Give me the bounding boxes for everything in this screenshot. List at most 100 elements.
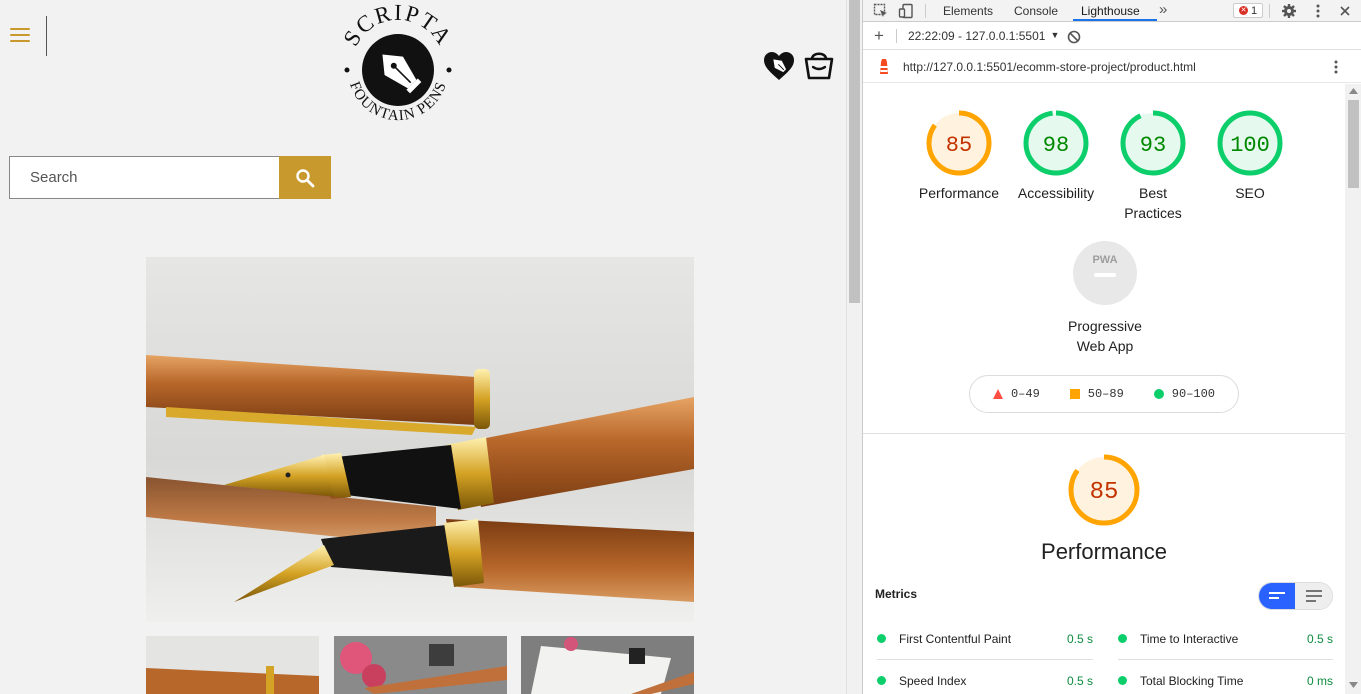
inspect-element-icon[interactable]	[873, 3, 889, 19]
product-main-image[interactable]	[146, 257, 694, 622]
product-thumbnail-1[interactable]	[146, 636, 319, 694]
compact-view-button[interactable]	[1259, 583, 1296, 609]
gauge-ring: 85	[1068, 454, 1140, 526]
report-scrollbar-thumb[interactable]	[1348, 100, 1359, 188]
metric-row: Total Blocking Time 0 ms	[1118, 660, 1333, 694]
page-scrollbar-thumb[interactable]	[849, 0, 860, 303]
scroll-down-icon[interactable]	[1349, 682, 1358, 688]
metric-value: 0.5 s	[1306, 631, 1333, 646]
favorites-heart-icon[interactable]	[762, 50, 796, 82]
gauge-accessibility[interactable]: 98 Accessibility	[1001, 109, 1111, 203]
legend-pass: 90–100	[1153, 387, 1215, 401]
scroll-up-icon[interactable]	[1349, 88, 1358, 94]
pwa-label: Progressive Web App	[1068, 318, 1142, 354]
devtools-panel: Elements Console Lighthouse » ✕ 1 + 22:2…	[862, 0, 1361, 694]
more-options-icon[interactable]	[1310, 3, 1326, 19]
shopping-basket-icon[interactable]	[802, 48, 836, 82]
gauge-ring: 98	[1023, 110, 1089, 176]
svg-text:PWA: PWA	[1092, 254, 1117, 266]
report-scrollbar[interactable]	[1345, 84, 1361, 694]
page-scrollbar[interactable]	[846, 0, 862, 694]
svg-text:85: 85	[946, 133, 972, 158]
pass-circle-icon	[1118, 634, 1127, 643]
metric-row: Time to Interactive 0.5 s	[1118, 618, 1333, 660]
tab-elements[interactable]: Elements	[943, 4, 993, 18]
clear-reports-icon[interactable]	[1067, 30, 1081, 44]
metrics-view-toggle[interactable]	[1258, 582, 1333, 610]
search-icon	[296, 168, 315, 187]
circle-icon	[1153, 389, 1164, 399]
gauge-label: Accessibility	[1017, 185, 1095, 201]
svg-text:93: 93	[1140, 133, 1166, 158]
error-icon: ✕	[1239, 6, 1248, 15]
pass-circle-icon	[1118, 676, 1127, 685]
metric-row: Speed Index 0.5 s	[877, 660, 1093, 694]
lighthouse-icon	[880, 59, 888, 74]
triangle-icon	[992, 389, 1003, 399]
more-tabs-icon[interactable]: »	[1159, 1, 1167, 18]
legend-average: 50–89	[1069, 387, 1124, 401]
pass-circle-icon	[877, 676, 886, 685]
svg-text:98: 98	[1043, 133, 1069, 158]
lighthouse-report: 85 Performance 98 Accessibility 93 Best	[863, 84, 1345, 694]
error-count-badge[interactable]: ✕ 1	[1233, 3, 1264, 18]
performance-section-gauge: 85	[1049, 453, 1159, 527]
devtools-tabbar: Elements Console Lighthouse » ✕ 1	[863, 0, 1361, 22]
metric-name: Speed Index	[899, 673, 967, 688]
expanded-view-button[interactable]	[1295, 583, 1332, 609]
section-divider	[863, 433, 1345, 434]
header-divider	[46, 16, 47, 56]
report-url[interactable]: http://127.0.0.1:5501/ecomm-store-projec…	[903, 60, 1196, 74]
active-tab-indicator	[1073, 19, 1157, 21]
gauge-performance[interactable]: 85 Performance	[904, 109, 1014, 203]
gauge-label: Performance	[918, 185, 1000, 201]
tab-console[interactable]: Console	[1014, 4, 1058, 18]
gauge-seo[interactable]: 100 SEO	[1195, 109, 1305, 203]
metric-value: 0 ms	[1306, 673, 1333, 688]
report-select[interactable]: 22:22:09 - 127.0.0.1:5501 ▼	[908, 29, 1059, 43]
square-icon	[1069, 389, 1080, 399]
search-bar	[9, 156, 331, 199]
chevron-down-icon: ▼	[1050, 30, 1060, 40]
search-button[interactable]	[279, 156, 331, 199]
device-toolbar-icon[interactable]	[898, 3, 914, 19]
gauge-label: SEO	[1235, 185, 1265, 201]
new-report-icon[interactable]: +	[874, 26, 884, 46]
settings-gear-icon[interactable]	[1281, 3, 1297, 19]
pwa-badge-icon: PWA	[1073, 241, 1137, 305]
gauge-ring: 85	[926, 110, 992, 176]
gauge-best-practices[interactable]: 93 Best Practices	[1098, 109, 1208, 223]
gauge-ring: 100	[1217, 110, 1283, 176]
search-input[interactable]	[9, 156, 279, 199]
svg-text:85: 85	[1090, 479, 1119, 506]
svg-text:100: 100	[1230, 133, 1270, 158]
error-count: 1	[1251, 4, 1258, 17]
report-url-bar: http://127.0.0.1:5501/ecomm-store-projec…	[863, 50, 1361, 83]
scripta-logo[interactable]: SCRIPTA FOUNTAIN PENS	[336, 0, 460, 132]
report-menu-icon[interactable]	[1329, 59, 1343, 75]
expanded-list-icon	[1305, 590, 1322, 602]
report-select-value: 22:22:09 - 127.0.0.1:5501	[908, 29, 1046, 43]
lighthouse-toolbar: + 22:22:09 - 127.0.0.1:5501 ▼	[863, 22, 1361, 50]
metric-row: First Contentful Paint 0.5 s	[877, 618, 1093, 660]
metric-value: 0.5 s	[1066, 631, 1093, 646]
gauge-label: Best Practices	[1124, 185, 1182, 221]
score-legend: 0–49 50–89 90–100	[969, 375, 1239, 413]
score-gauges: 85 Performance 98 Accessibility 93 Best	[863, 84, 1345, 434]
close-devtools-icon[interactable]	[1337, 3, 1353, 19]
product-thumbnail-3[interactable]	[521, 636, 694, 694]
metric-name: First Contentful Paint	[899, 631, 1012, 646]
compact-list-icon	[1269, 592, 1285, 599]
gauge-pwa[interactable]: PWA Progressive Web App	[1050, 240, 1160, 356]
store-page: SCRIPTA FOUNTAIN PENS	[0, 0, 846, 694]
metric-value: 0.5 s	[1066, 673, 1093, 688]
legend-fail: 0–49	[992, 387, 1040, 401]
product-thumbnail-2[interactable]	[334, 636, 507, 694]
pass-circle-icon	[877, 634, 886, 643]
metrics-header: Metrics	[875, 587, 918, 601]
tab-lighthouse[interactable]: Lighthouse	[1081, 4, 1140, 18]
metric-name: Total Blocking Time	[1140, 673, 1244, 688]
gauge-ring: 93	[1120, 110, 1186, 176]
menu-icon[interactable]	[10, 28, 30, 44]
performance-section-title: Performance	[1041, 539, 1167, 564]
